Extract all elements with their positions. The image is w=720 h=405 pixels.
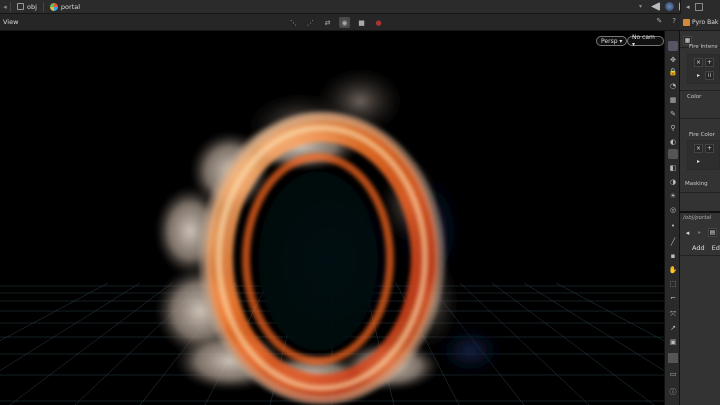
remove-key-icon[interactable]: × [694,144,703,153]
shading-icon[interactable]: ◧ [668,163,678,173]
3d-viewport[interactable]: Persp ▾ No cam ▾ [0,31,664,405]
object-icon[interactable]: ▣ [668,337,678,347]
fire-color-ramp[interactable]: × + ▸ [687,140,720,170]
remove-key-icon[interactable]: × [694,58,703,67]
move-tool-icon[interactable]: ✥ [668,55,678,65]
brush-icon[interactable]: ✎ [668,109,678,119]
edge-icon[interactable]: ╱ [668,237,678,247]
network-icon[interactable]: ▤ [708,228,717,237]
pane-separator [680,211,720,213]
back-arrow-icon[interactable]: ◂ [0,1,10,13]
wireframe-icon[interactable] [668,149,678,159]
fire-color-label: Fire Color [689,132,715,138]
viewport-title: View [3,18,19,26]
forward-arrow-icon[interactable]: ▸ [695,228,704,237]
key-marker-icon[interactable]: ▸ [694,157,703,166]
scene-render [0,66,664,405]
render-region-icon[interactable] [668,353,678,363]
back-arrow-icon[interactable]: ◂ [686,3,690,11]
fire-intensity-label: Fire Intens [689,44,718,50]
handle-icon[interactable]: ◐ [668,137,678,147]
viewport-header-right: ✎ ? [656,17,676,25]
divider [680,90,720,91]
divider [680,255,720,256]
parameter-panel: Pyro Bak ▦ Fire Intens × + ▸ ⁞⁞ Color Fi… [680,14,720,405]
add-key-icon[interactable]: + [705,144,714,153]
ghost-icon[interactable]: ◑ [668,177,678,187]
snap-grid-icon[interactable]: ▦ [668,95,678,105]
add-menu-label: Add [692,244,705,252]
viewport-tools: ⋱ ⋰ ⇄ ◉ ■ ● [288,17,384,28]
pin-icon[interactable]: ⚲ [668,123,678,133]
viewport-toolbar: ✥ 🔒 ◔ ▦ ✎ ⚲ ◐ ◧ ◑ ☀ ◎ • ╱ ▪ ✋ ⬚ ⌐ ⤧ ↗ ▣ … [664,31,680,405]
pin-icon[interactable] [651,2,660,11]
display-icon[interactable]: ▭ [668,369,678,379]
camera-view-menu[interactable]: Persp ▾ [596,36,628,46]
help-icon[interactable]: ? [672,17,676,25]
color-label: Color [687,94,702,100]
hand-icon[interactable]: ✋ [668,265,678,275]
camera-icon[interactable]: ◎ [668,205,678,215]
add-menu[interactable]: Add Edi [692,244,720,252]
back-arrow-icon[interactable]: ◂ [683,228,692,237]
fire-intensity-ramp[interactable]: × + ▸ ⁞⁞ [687,54,720,84]
breadcrumb-portal-label: portal [60,2,81,11]
node-title-bar: Pyro Bak [680,14,720,31]
add-key-icon[interactable]: + [705,58,714,67]
visibility-icon[interactable]: ◔ [668,81,678,91]
select-tool-icon[interactable] [668,41,678,51]
edit-menu-label[interactable]: Edi [712,244,720,252]
key-marker-icon[interactable]: ▸ [694,71,703,80]
face-icon[interactable]: ▪ [668,251,678,261]
window-icon[interactable] [694,3,703,11]
network-path: /obj/portal [683,215,712,221]
node-title: Pyro Bak [692,18,719,26]
camera-icon[interactable]: ◉ [339,17,350,28]
pyro-node-icon [683,18,690,26]
breadcrumb-obj[interactable]: obj [11,1,43,13]
divider [680,192,720,193]
info-icon[interactable]: ⓘ [668,387,678,397]
breadcrumb-portal[interactable]: portal [44,1,86,13]
arrow-icon[interactable]: ↗ [668,323,678,333]
geometry-node-icon [49,2,58,11]
pin-icon[interactable]: ✎ [656,17,662,25]
object-network-icon [17,3,24,10]
display-options-icon[interactable]: ⋱ [288,17,299,28]
lock-icon[interactable]: 🔒 [668,67,678,77]
divider [680,118,720,119]
point-icon[interactable]: • [668,221,678,231]
path-bar: ◂ obj portal ▾ [0,0,720,14]
key-interp-icon[interactable]: ⁞⁞ [705,71,714,80]
record-icon[interactable]: ● [373,17,384,28]
camera-select-menu[interactable]: No cam ▾ [627,34,664,48]
group-icon[interactable]: ⬚ [668,279,678,289]
light-icon[interactable]: ☀ [668,191,678,201]
path-dropdown-icon[interactable]: ▾ [639,3,647,10]
snap-icon[interactable]: ⇄ [322,17,333,28]
stop-icon[interactable]: ■ [356,17,367,28]
masking-label: Masking [685,181,708,187]
transform-icon[interactable]: ⤧ [668,309,678,319]
breadcrumb-obj-label: obj [27,2,37,11]
param-top-bar: ◂ [680,0,720,14]
crop-icon[interactable]: ⌐ [668,293,678,303]
viewport-header: View ⋱ ⋰ ⇄ ◉ ■ ● ✎ ? [0,14,680,31]
globe-icon[interactable] [665,2,674,11]
view-tool-icon[interactable]: ⋰ [305,17,316,28]
